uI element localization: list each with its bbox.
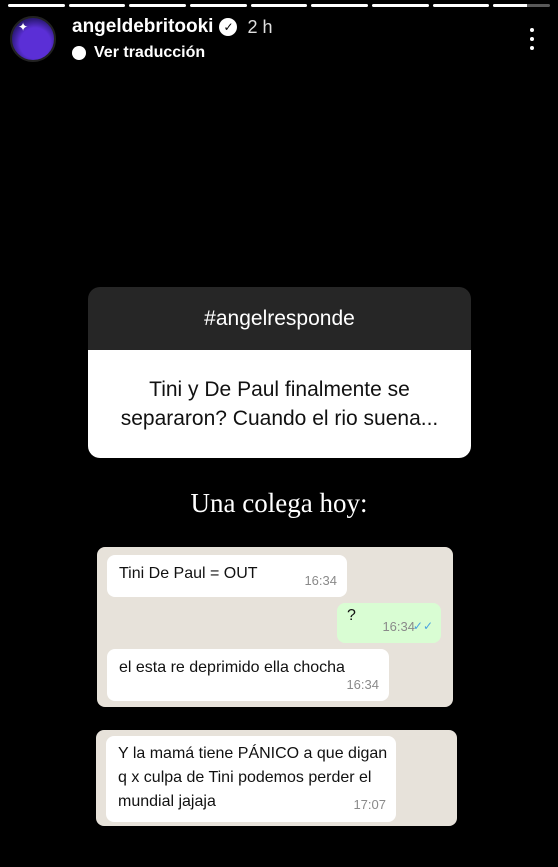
- story-progress-segment: [129, 4, 187, 7]
- story-progress-segment: [493, 4, 551, 7]
- chat-screenshot: Tini De Paul = OUT 16:34 ? 16:34 ✓✓ el e…: [97, 547, 453, 707]
- story-header: ✦ angeldebritooki ✓ 2 h Ver traducción: [10, 14, 548, 66]
- more-options-icon[interactable]: [522, 24, 542, 54]
- story-progress-segment: [190, 4, 247, 7]
- verified-badge-icon: ✓: [219, 18, 238, 36]
- message-bubble: el esta re deprimido ella chocha 16:34: [107, 649, 389, 701]
- user-info: angeldebritooki ✓ 2 h: [72, 16, 273, 38]
- message-text: ?: [347, 607, 356, 624]
- avatar[interactable]: ✦: [10, 16, 56, 62]
- question-title: #angelresponde: [88, 287, 471, 350]
- story-progress-segment: [311, 4, 369, 7]
- message-bubble: Tini De Paul = OUT 16:34: [107, 555, 347, 597]
- story-progress-segment: [372, 4, 429, 7]
- chat-screenshot: Y la mamá tiene PÁNICO a que digan q x c…: [96, 730, 457, 826]
- message-time: 16:34: [346, 677, 379, 692]
- story-progress-segment: [250, 4, 308, 7]
- message-time: 16:34: [382, 619, 415, 634]
- story-progress-segment: [8, 4, 65, 7]
- message-text: el esta re deprimido ella chocha: [119, 659, 345, 676]
- message-bubble-outgoing: ? 16:34 ✓✓: [337, 603, 441, 643]
- username[interactable]: angeldebritooki: [72, 16, 213, 38]
- post-time: 2 h: [247, 16, 273, 37]
- message-bubble: Y la mamá tiene PÁNICO a que digan q x c…: [106, 736, 396, 822]
- message-text: Tini De Paul = OUT: [119, 565, 258, 582]
- question-text: Tini y De Paul finalmente se separaron? …: [88, 350, 471, 458]
- sparkle-icon: ✦: [18, 20, 29, 34]
- translate-label: Ver traducción: [94, 44, 206, 61]
- story-progress-segment: [432, 4, 490, 7]
- story-caption: Una colega hoy:: [190, 488, 368, 518]
- translate-icon: [72, 46, 86, 60]
- message-text: Y la mamá tiene PÁNICO a que digan q x c…: [118, 745, 388, 810]
- story-progress-bar: [8, 4, 551, 7]
- message-time: 16:34: [304, 573, 337, 588]
- story-progress-segment: [68, 4, 126, 7]
- translate-link[interactable]: Ver traducción: [72, 44, 205, 62]
- double-check-icon: ✓✓: [412, 619, 433, 633]
- message-time: 17:07: [353, 797, 386, 812]
- question-sticker: #angelresponde Tini y De Paul finalmente…: [88, 287, 471, 458]
